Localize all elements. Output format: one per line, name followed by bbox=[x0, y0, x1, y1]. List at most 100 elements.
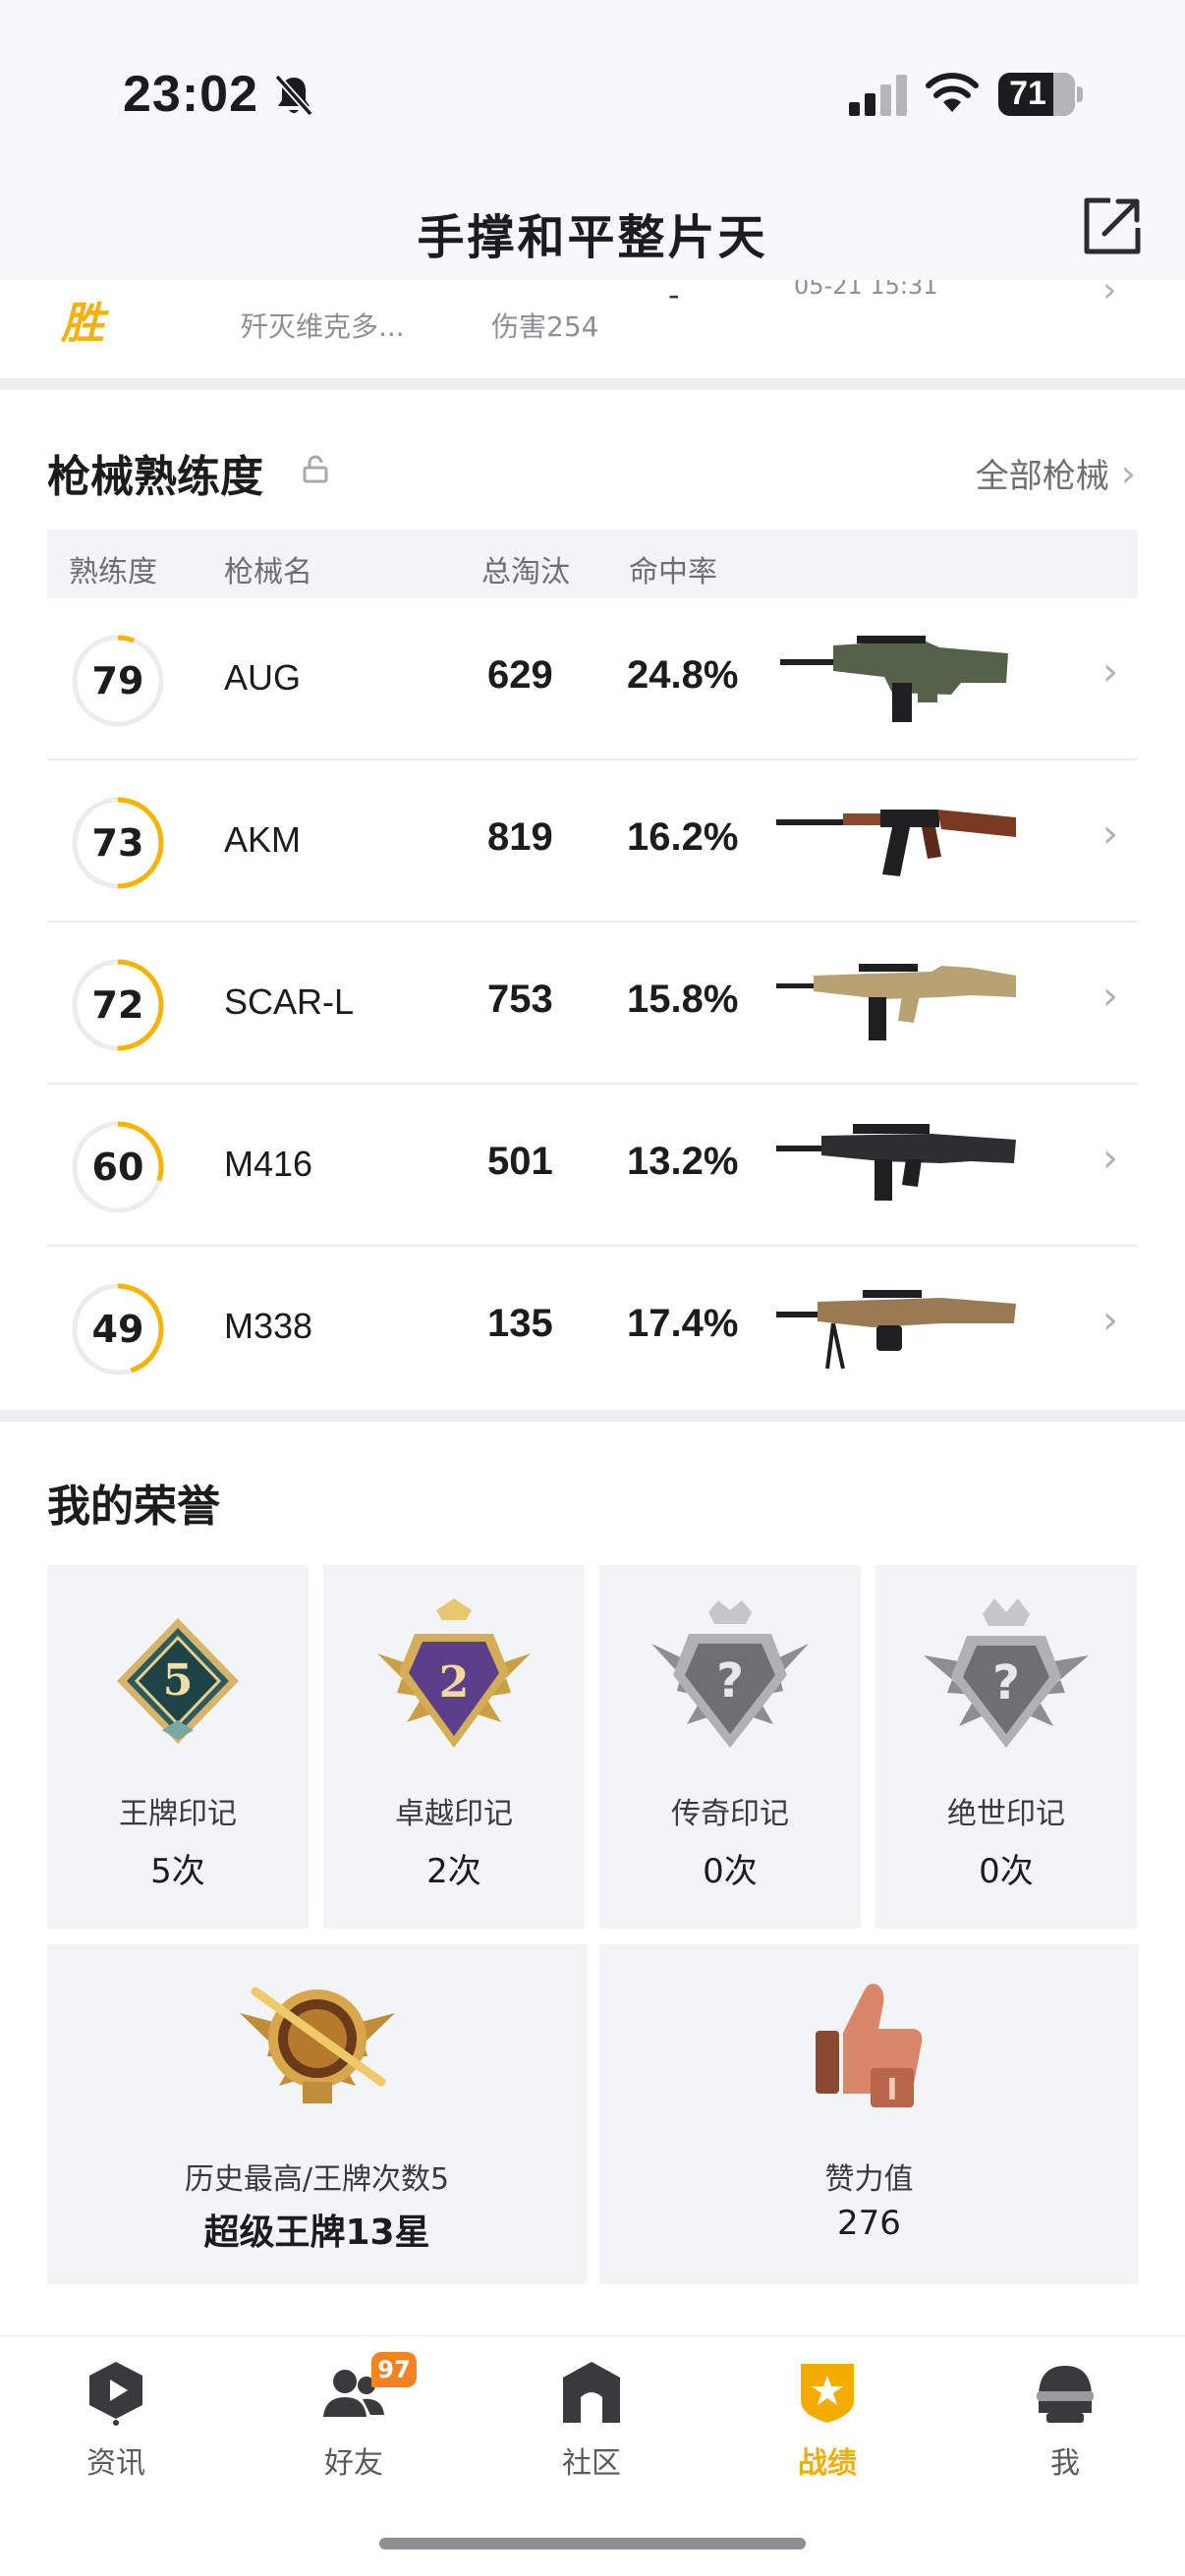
tab-label: 社区 bbox=[562, 2446, 621, 2481]
highest-rank-card[interactable]: 历史最高/王牌次数5 超级王牌13星 bbox=[47, 1944, 587, 2284]
weapon-accuracy: 24.8% bbox=[627, 653, 739, 697]
tab-friends[interactable]: 97 好友 bbox=[285, 2352, 423, 2482]
weapon-mastery-section: 枪械熟练度 全部枪械 › 熟练度 枪械名 总淘汰 命中率 79 AUG 629 24.… bbox=[0, 390, 1185, 1410]
col-accuracy: 命中率 bbox=[629, 555, 717, 589]
mastery-value: 72 bbox=[91, 983, 144, 1027]
likes-label: 赞力值 bbox=[824, 2162, 914, 2197]
honor-card-legend[interactable]: ? 传奇印记 0次 bbox=[599, 1565, 861, 1929]
all-weapons-label: 全部枪械 bbox=[975, 457, 1109, 496]
battery-icon: 71 bbox=[998, 73, 1083, 116]
honor-label: 绝世印记 bbox=[947, 1797, 1065, 1831]
weapon-accuracy: 15.8% bbox=[627, 978, 739, 1021]
section-divider bbox=[0, 378, 1185, 390]
col-kills: 总淘汰 bbox=[481, 555, 570, 589]
honor-count: 2次 bbox=[426, 1852, 481, 1891]
match-history-row[interactable]: 胜 歼灭维克多... 伤害254 - 05-21 15:31 › bbox=[0, 280, 1185, 378]
record-icon bbox=[801, 2364, 854, 2423]
all-weapons-link[interactable]: 全部枪械 › bbox=[976, 449, 1136, 497]
weapon-name: M338 bbox=[224, 1306, 313, 1346]
legend-badge-locked-icon: ? bbox=[651, 1600, 809, 1748]
match-placement: - bbox=[668, 280, 680, 313]
rifle-m416-image bbox=[776, 1124, 1016, 1201]
weapon-name: SCAR-L bbox=[224, 981, 355, 1022]
likes-value: 276 bbox=[837, 2204, 901, 2243]
col-mastery: 熟练度 bbox=[69, 555, 157, 589]
svg-text:?: ? bbox=[992, 1655, 1020, 1710]
rank-emblem-icon bbox=[240, 1987, 395, 2103]
chevron-right-icon: › bbox=[1102, 649, 1118, 695]
nav-header: 手撑和平整片天 bbox=[0, 187, 1185, 280]
tab-record[interactable]: 战绩 bbox=[759, 2358, 896, 2482]
match-time: 05-21 15:31 bbox=[794, 280, 938, 300]
tab-label: 资讯 bbox=[86, 2446, 145, 2481]
honor-card-ace[interactable]: 5 王牌印记 5次 bbox=[47, 1565, 309, 1929]
rifle-scar-image bbox=[776, 964, 1016, 1040]
chevron-right-icon: › bbox=[1120, 451, 1136, 495]
svg-text:2: 2 bbox=[439, 1657, 470, 1708]
weapon-kills: 819 bbox=[487, 815, 553, 859]
news-icon bbox=[89, 2362, 142, 2426]
mastery-value: 73 bbox=[91, 821, 144, 865]
highest-rank-label: 历史最高/王牌次数5 bbox=[184, 2162, 450, 2197]
battery-level: 71 bbox=[1009, 75, 1046, 112]
weapon-kills: 629 bbox=[487, 653, 553, 697]
mastery-value: 60 bbox=[91, 1146, 144, 1189]
community-icon bbox=[563, 2362, 620, 2423]
honor-card-peerless[interactable]: ? 绝世印记 0次 bbox=[875, 1565, 1137, 1929]
col-name: 枪械名 bbox=[224, 555, 312, 589]
thumbs-up-icon: I bbox=[816, 1984, 923, 2107]
svg-text:?: ? bbox=[716, 1653, 744, 1708]
honor-label: 传奇印记 bbox=[671, 1797, 789, 1831]
weapon-row[interactable]: 79 AUG 629 24.8% › bbox=[47, 598, 1138, 760]
chevron-right-icon: › bbox=[1102, 1298, 1118, 1343]
weapon-accuracy: 17.4% bbox=[627, 1302, 739, 1345]
page-title: 手撑和平整片天 bbox=[417, 210, 768, 265]
profile-icon bbox=[1037, 2366, 1094, 2423]
highest-rank-value: 超级王牌13星 bbox=[203, 2212, 430, 2253]
wifi-icon bbox=[926, 73, 979, 112]
share-icon[interactable] bbox=[1081, 195, 1144, 257]
chevron-right-icon: › bbox=[1102, 974, 1118, 1019]
weapon-name: AUG bbox=[224, 657, 302, 698]
rifle-aug-image bbox=[780, 636, 1008, 722]
tab-community[interactable]: 社区 bbox=[523, 2358, 660, 2482]
home-indicator[interactable] bbox=[379, 2538, 806, 2549]
section-title: 我的荣誉 bbox=[47, 1482, 220, 1532]
honor-count: 0次 bbox=[703, 1852, 758, 1891]
weapon-row[interactable]: 49 M338 135 17.4% › bbox=[47, 1247, 1138, 1409]
weapon-row[interactable]: 72 SCAR-L 753 15.8% › bbox=[47, 923, 1138, 1085]
chevron-right-icon: › bbox=[1102, 280, 1117, 310]
status-time: 23:02 bbox=[123, 66, 258, 123]
honor-card-excellence[interactable]: 2 卓越印记 2次 bbox=[323, 1565, 585, 1929]
excellence-badge-icon: 2 bbox=[377, 1598, 531, 1748]
chevron-right-icon: › bbox=[1102, 812, 1118, 857]
weapon-accuracy: 16.2% bbox=[627, 815, 739, 859]
honor-count: 5次 bbox=[150, 1852, 205, 1891]
weapon-accuracy: 13.2% bbox=[627, 1140, 739, 1183]
friends-count-badge: 97 bbox=[371, 2352, 417, 2387]
section-divider bbox=[0, 1410, 1185, 1422]
section-title: 枪械熟练度 bbox=[47, 452, 263, 502]
tab-label: 好友 bbox=[324, 2446, 383, 2481]
lmg-m338-image bbox=[776, 1290, 1016, 1370]
tab-profile[interactable]: 我 bbox=[996, 2358, 1134, 2482]
honors-section: 我的荣誉 5 王牌印记 5次 2 卓越印记 2次 ? 传奇印记 0次 ? 绝世印… bbox=[0, 1422, 1185, 2335]
match-map: 歼灭维克多... bbox=[241, 310, 405, 343]
match-result: 胜 bbox=[61, 299, 104, 349]
tab-label: 战绩 bbox=[798, 2446, 857, 2481]
honor-count: 0次 bbox=[979, 1852, 1034, 1891]
weapon-row[interactable]: 60 M416 501 13.2% › bbox=[47, 1085, 1138, 1247]
tab-news[interactable]: 资讯 bbox=[47, 2358, 185, 2482]
weapon-kills: 753 bbox=[487, 978, 553, 1021]
honor-label: 王牌印记 bbox=[119, 1797, 237, 1831]
rifle-akm-image bbox=[776, 810, 1016, 876]
match-damage: 伤害254 bbox=[491, 310, 599, 343]
peerless-badge-locked-icon: ? bbox=[924, 1598, 1089, 1748]
chevron-right-icon: › bbox=[1102, 1136, 1118, 1181]
weapon-name: AKM bbox=[224, 819, 302, 860]
tab-label: 我 bbox=[1050, 2446, 1080, 2481]
weapon-row[interactable]: 73 AKM 819 16.2% › bbox=[47, 760, 1138, 923]
likes-card[interactable]: I 赞力值 276 bbox=[599, 1944, 1139, 2284]
table-header: 熟练度 枪械名 总淘汰 命中率 bbox=[47, 530, 1138, 598]
svg-text:5: 5 bbox=[163, 1655, 194, 1706]
